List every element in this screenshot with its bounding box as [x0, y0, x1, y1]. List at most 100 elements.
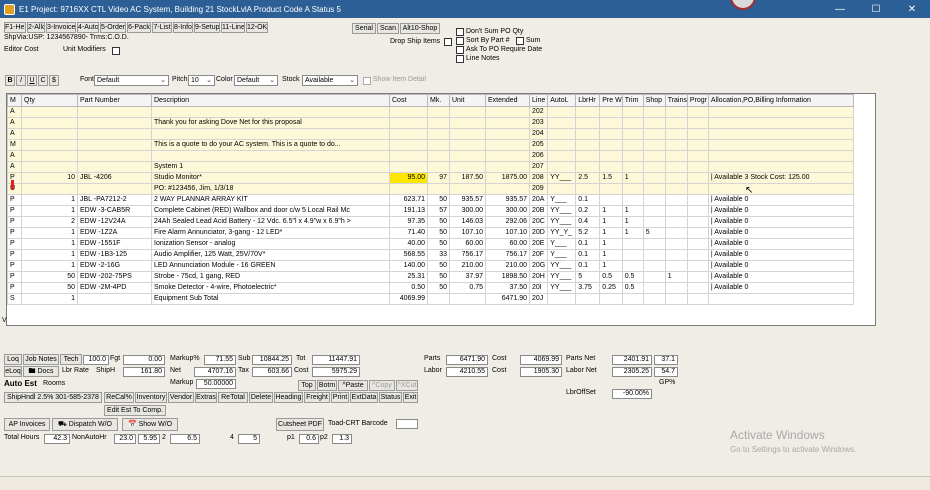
cell-ext[interactable]: [485, 128, 530, 140]
cell-pre[interactable]: 1: [599, 260, 623, 272]
dollar-button[interactable]: $: [49, 75, 59, 86]
cell-alloc[interactable]: [707, 117, 854, 129]
total-hours-field[interactable]: 42.3: [44, 434, 70, 444]
cell-shop[interactable]: [642, 205, 666, 217]
cell-desc[interactable]: System 1: [151, 161, 390, 173]
edit-est-button[interactable]: Edit Est To Comp.: [104, 405, 166, 416]
table-row[interactable]: P 1 EDW -2-16G LED Annunciation Module - 16…: [7, 260, 854, 272]
cell-trim[interactable]: [621, 128, 644, 140]
cell-lbr[interactable]: [575, 161, 601, 173]
parts-field[interactable]: 6471.90: [446, 355, 488, 365]
cell-trim[interactable]: 1: [621, 205, 644, 217]
cell-autol[interactable]: [547, 128, 577, 140]
cell-autol[interactable]: YY___: [547, 271, 577, 283]
cell-m[interactable]: P: [7, 172, 22, 184]
cell-progr[interactable]: [686, 249, 709, 261]
cell-part[interactable]: [77, 106, 152, 118]
cell-mk[interactable]: 50: [427, 227, 450, 239]
column-header[interactable]: Line: [528, 94, 549, 107]
cell-desc[interactable]: Strobe - 75cd, 1 gang, RED: [151, 271, 390, 283]
cell-progr[interactable]: [686, 183, 709, 195]
cell-shop[interactable]: [642, 117, 666, 129]
cell-part[interactable]: JBL -4206: [77, 172, 152, 184]
cell-lbr[interactable]: [575, 106, 601, 118]
cell-ext[interactable]: 935.57: [485, 194, 530, 206]
cell-trains[interactable]: [664, 128, 688, 140]
cell-qty[interactable]: 1: [21, 238, 78, 250]
nonautohr-field[interactable]: 23.0: [114, 434, 136, 444]
italic-button[interactable]: I: [16, 75, 26, 86]
cell-m[interactable]: P: [7, 216, 22, 228]
table-row[interactable]: A System 1 207: [7, 161, 854, 173]
cell-unit[interactable]: [449, 128, 486, 140]
column-header[interactable]: LbrHr: [575, 94, 601, 107]
cell-desc[interactable]: [151, 128, 390, 140]
cell-part[interactable]: [77, 139, 152, 151]
cell-qty[interactable]: [21, 150, 78, 162]
cell-autol[interactable]: Y___: [547, 194, 577, 206]
table-row[interactable]: P 1 EDW -1551F Ionization Sensor - analog 40…: [7, 238, 854, 250]
cell-trim[interactable]: [621, 139, 644, 151]
cell-m[interactable]: P: [7, 282, 22, 294]
cell-autol[interactable]: YY___: [547, 216, 577, 228]
column-header[interactable]: Progr: [686, 94, 709, 107]
cell-pre[interactable]: 1: [599, 238, 623, 250]
cell-unit[interactable]: [449, 117, 486, 129]
hours-field-3[interactable]: 6.5: [170, 434, 200, 444]
table-row[interactable]: P 50 EDW -2M-4PD Smoke Detector - 4-wire, P…: [7, 282, 854, 294]
cell-m[interactable]: A: [7, 106, 22, 118]
cell-part[interactable]: EDW -2M-4PD: [77, 282, 152, 294]
cell-ext[interactable]: 37.50: [485, 282, 530, 294]
c-button[interactable]: C: [38, 75, 48, 86]
cell-autol[interactable]: YY___: [547, 260, 577, 272]
cell-trains[interactable]: [664, 117, 688, 129]
cell-lbr[interactable]: 0.1: [575, 249, 601, 261]
cell-part[interactable]: [77, 150, 152, 162]
cell-autol[interactable]: [547, 139, 577, 151]
cell-unit[interactable]: [449, 139, 486, 151]
cell-cost[interactable]: [389, 117, 428, 129]
cell-line[interactable]: 20D: [528, 227, 549, 239]
cell-trim[interactable]: [621, 150, 644, 162]
paste-button[interactable]: ^Paste: [338, 380, 368, 391]
labor-field[interactable]: 4210.55: [446, 367, 488, 377]
tax-field[interactable]: 603.66: [252, 367, 292, 377]
cell-mk[interactable]: 50: [427, 238, 450, 250]
cell-line[interactable]: 209: [528, 183, 549, 195]
cell-ext[interactable]: [485, 150, 530, 162]
cell-line[interactable]: 208: [528, 172, 549, 184]
cell-unit[interactable]: [449, 150, 486, 162]
alt10-shop-button[interactable]: Alt10-Shop: [400, 23, 440, 34]
markup-pct-field[interactable]: 71.55: [204, 355, 236, 365]
cell-mk[interactable]: 50: [427, 282, 450, 294]
table-row[interactable]: A 202: [7, 106, 854, 118]
cell-pre[interactable]: [599, 150, 623, 162]
cell-shop[interactable]: [642, 260, 666, 272]
cell-shop[interactable]: [642, 216, 666, 228]
parts-cost-field[interactable]: 4069.99: [520, 355, 562, 365]
column-header[interactable]: M: [7, 94, 22, 107]
cell-progr[interactable]: [686, 238, 709, 250]
cell-autol[interactable]: [547, 117, 577, 129]
cell-desc[interactable]: Smoke Detector - 4-wire, Photoelectric*: [151, 282, 390, 294]
cell-m[interactable]: A: [7, 128, 22, 140]
extdata-button[interactable]: ExtData: [350, 392, 378, 403]
cell-autol[interactable]: [547, 183, 577, 195]
maximize-icon[interactable]: ☐: [858, 4, 894, 15]
cell-autol[interactable]: Y___: [547, 249, 577, 261]
shiphndl-button[interactable]: ShipHndl 2.5% 301-585-2378: [4, 392, 102, 403]
cell-mk[interactable]: 50: [427, 260, 450, 272]
cell-mk[interactable]: 97: [427, 172, 450, 184]
cell-line[interactable]: 20G: [528, 260, 549, 272]
cell-trim[interactable]: 1: [621, 172, 644, 184]
cell-cost[interactable]: 140.00: [389, 260, 428, 272]
sub-field[interactable]: 10844.25: [252, 355, 292, 365]
cell-lbr[interactable]: [575, 183, 601, 195]
cell-trim[interactable]: [621, 106, 644, 118]
inventory-button[interactable]: Inventory: [135, 392, 167, 403]
column-header[interactable]: Qty: [21, 94, 78, 107]
parts-net-field[interactable]: 2401.91: [612, 355, 652, 365]
cell-pre[interactable]: 1: [599, 205, 623, 217]
cell-progr[interactable]: [686, 227, 709, 239]
cell-ext[interactable]: [485, 161, 530, 173]
